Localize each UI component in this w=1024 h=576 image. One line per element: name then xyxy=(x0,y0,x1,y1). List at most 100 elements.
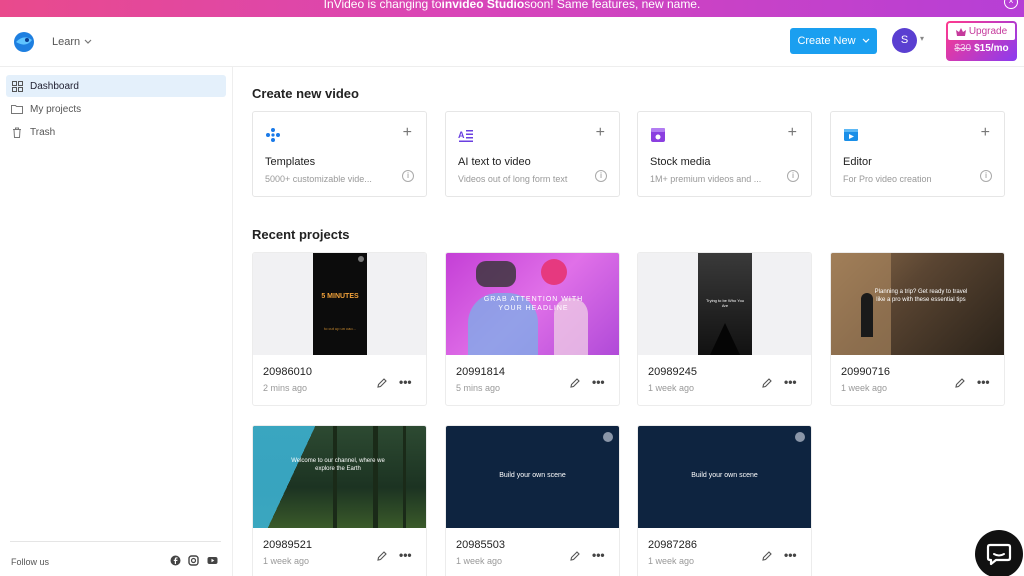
add-icon[interactable]: + xyxy=(981,124,990,142)
avatar[interactable]: S xyxy=(892,28,917,53)
project-card[interactable]: GRAB ATTENTION WITH YOUR HEADLINE 209918… xyxy=(445,252,620,406)
sidebar-item-label: Trash xyxy=(30,126,56,138)
more-options-icon[interactable]: ••• xyxy=(784,375,797,389)
facebook-icon[interactable] xyxy=(170,555,181,566)
add-icon[interactable]: + xyxy=(788,124,797,142)
stock-media-card[interactable]: + Stock media 1M+ premium videos and ...… xyxy=(637,111,812,197)
project-thumbnail[interactable]: 5 MINUTES to cut up un cao... xyxy=(253,253,426,355)
grid-icon xyxy=(11,80,23,92)
project-time: 1 week ago xyxy=(456,556,503,566)
project-thumbnail[interactable]: Build your own scene xyxy=(446,426,619,528)
info-icon[interactable]: i xyxy=(787,170,799,182)
edit-icon[interactable] xyxy=(761,377,773,389)
project-thumbnail[interactable]: Planning a trip? Get ready to travel lik… xyxy=(831,253,1004,355)
banner-text: InVideo is changing to xyxy=(323,0,442,11)
project-name[interactable]: 20989245 xyxy=(648,366,697,378)
edit-icon[interactable] xyxy=(569,377,581,389)
invideo-logo-icon[interactable] xyxy=(12,30,36,54)
more-options-icon[interactable]: ••• xyxy=(592,548,605,562)
project-time: 2 mins ago xyxy=(263,383,308,393)
trash-icon xyxy=(11,126,23,138)
project-card[interactable]: 5 MINUTES to cut up un cao... 20986010 2… xyxy=(252,252,427,406)
project-card[interactable]: Welcome to our channel, where we explore… xyxy=(252,425,427,576)
card-description: Videos out of long form text xyxy=(458,174,568,184)
project-name[interactable]: 20991814 xyxy=(456,366,505,378)
create-new-video-title: Create new video xyxy=(252,86,359,101)
info-icon[interactable]: i xyxy=(980,170,992,182)
ai-text-icon: A xyxy=(458,130,473,142)
editor-card[interactable]: + Editor For Pro video creation i xyxy=(830,111,1005,197)
project-card[interactable]: Build your own scene 20987286 1 week ago… xyxy=(637,425,812,576)
sidebar: Dashboard My projects Trash Follow us xyxy=(0,67,233,576)
learn-label: Learn xyxy=(52,36,81,48)
thumbnail-text: Planning a trip? Get ready to travel lik… xyxy=(874,289,968,303)
project-name[interactable]: 20986010 xyxy=(263,366,312,378)
project-name[interactable]: 20990716 xyxy=(841,366,890,378)
edit-icon[interactable] xyxy=(569,550,581,562)
divider xyxy=(10,541,221,542)
project-thumbnail[interactable]: GRAB ATTENTION WITH YOUR HEADLINE xyxy=(446,253,619,355)
more-options-icon[interactable]: ••• xyxy=(784,548,797,562)
project-time: 1 week ago xyxy=(263,556,310,566)
sidebar-item-label: My projects xyxy=(30,103,82,115)
project-card[interactable]: Build your own scene 20985503 1 week ago… xyxy=(445,425,620,576)
upgrade-new-price: $15/mo xyxy=(974,43,1009,54)
banner-close-icon[interactable]: × xyxy=(1004,0,1018,9)
thumbnail-text: Build your own scene xyxy=(499,472,566,479)
edit-icon[interactable] xyxy=(761,550,773,562)
info-icon[interactable]: i xyxy=(402,170,414,182)
create-new-button[interactable]: Create New xyxy=(790,28,877,54)
thumbnail-text: Build your own scene xyxy=(691,472,758,479)
svg-text:A: A xyxy=(458,130,465,140)
templates-icon xyxy=(266,128,280,142)
avatar-chevron-icon[interactable]: ▾ xyxy=(920,34,924,43)
card-description: 1M+ premium videos and ... xyxy=(650,174,762,184)
project-thumbnail[interactable]: Trying to be Who You Are xyxy=(638,253,811,355)
chat-icon xyxy=(986,543,1012,566)
info-icon[interactable]: i xyxy=(595,170,607,182)
announcement-banner: InVideo is changing to invideo Studio so… xyxy=(0,0,1024,17)
thumbnail-text: Trying to be Who You Are xyxy=(705,298,745,308)
edit-icon[interactable] xyxy=(376,377,388,389)
learn-menu[interactable]: Learn xyxy=(52,36,92,48)
upgrade-old-price: $30 xyxy=(954,43,972,54)
youtube-icon[interactable] xyxy=(207,555,218,566)
chevron-down-icon xyxy=(862,38,869,43)
sidebar-item-dashboard[interactable]: Dashboard xyxy=(6,75,226,97)
card-title: Editor xyxy=(843,156,872,168)
instagram-icon[interactable] xyxy=(188,555,199,566)
add-icon[interactable]: + xyxy=(403,124,412,142)
edit-icon[interactable] xyxy=(954,377,966,389)
upgrade-button[interactable]: Upgrade $30 $15/mo xyxy=(946,21,1017,61)
chat-button[interactable] xyxy=(975,530,1023,576)
top-bar: Learn Create New S ▾ Upgrade $30 $15/mo xyxy=(0,17,1024,67)
project-card[interactable]: Planning a trip? Get ready to travel lik… xyxy=(830,252,1005,406)
templates-card[interactable]: + Templates 5000+ customizable vide... i xyxy=(252,111,427,197)
more-options-icon[interactable]: ••• xyxy=(399,548,412,562)
follow-us-label: Follow us xyxy=(11,557,50,567)
more-options-icon[interactable]: ••• xyxy=(592,375,605,389)
editor-icon xyxy=(844,129,858,141)
project-thumbnail[interactable]: Welcome to our channel, where we explore… xyxy=(253,426,426,528)
sidebar-item-trash[interactable]: Trash xyxy=(6,121,226,143)
add-icon[interactable]: + xyxy=(596,124,605,142)
create-new-label: Create New xyxy=(797,35,856,47)
card-title: Stock media xyxy=(650,156,711,168)
ai-text-to-video-card[interactable]: A + AI text to video Videos out of long … xyxy=(445,111,620,197)
project-name[interactable]: 20989521 xyxy=(263,539,312,551)
more-options-icon[interactable]: ••• xyxy=(399,375,412,389)
thumbnail-text: Welcome to our channel, where we explore… xyxy=(291,458,385,472)
project-thumbnail[interactable]: Build your own scene xyxy=(638,426,811,528)
edit-icon[interactable] xyxy=(376,550,388,562)
project-time: 1 week ago xyxy=(648,556,695,566)
card-description: 5000+ customizable vide... xyxy=(265,174,372,184)
sidebar-item-my-projects[interactable]: My projects xyxy=(6,98,226,120)
more-options-icon[interactable]: ••• xyxy=(977,375,990,389)
card-title: Templates xyxy=(265,156,316,168)
project-name[interactable]: 20987286 xyxy=(648,539,697,551)
card-title: AI text to video xyxy=(458,156,531,168)
project-name[interactable]: 20985503 xyxy=(456,539,505,551)
banner-brand: invideo Studio xyxy=(441,0,525,11)
project-card[interactable]: Trying to be Who You Are 20989245 1 week… xyxy=(637,252,812,406)
upgrade-label: Upgrade xyxy=(968,26,1008,37)
